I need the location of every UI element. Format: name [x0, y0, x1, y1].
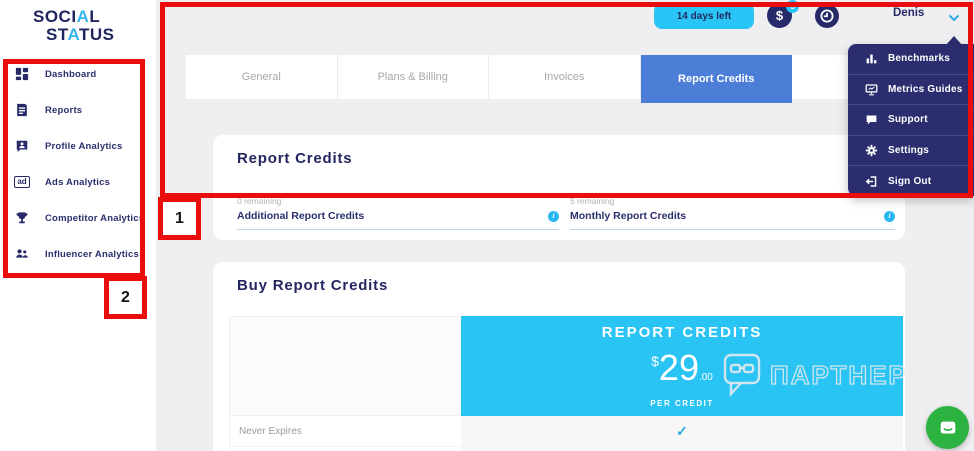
menu-item-support[interactable]: Support: [848, 105, 974, 136]
sidebar-item-ads-analytics[interactable]: ad Ads Analytics: [0, 170, 156, 194]
bar-chart-icon: [864, 52, 878, 66]
info-icon[interactable]: i: [548, 210, 559, 222]
annotation-label-2: 2: [104, 276, 147, 319]
buy-report-credits-title: Buy Report Credits: [237, 277, 389, 294]
menu-item-benchmarks[interactable]: Benchmarks: [848, 44, 974, 75]
plan-currency: $: [651, 353, 659, 369]
sidebar-item-influencer-analytics[interactable]: Influencer Analytics: [0, 242, 156, 266]
plan-price: $29.00: [651, 347, 713, 388]
field-underline: [237, 229, 559, 230]
monthly-credits-remaining: 5 remaining: [570, 196, 615, 206]
tab-invoices[interactable]: Invoices: [489, 55, 641, 99]
chat-smile-icon: [940, 421, 955, 433]
credits-count-badge: 5: [786, 0, 799, 13]
people-icon: [14, 246, 30, 262]
tab-general[interactable]: General: [186, 55, 338, 99]
user-menu-trigger[interactable]: Denis: [893, 7, 924, 19]
sidebar-item-label: Ads Analytics: [45, 176, 111, 188]
pricing-table-empty-header: [229, 316, 461, 416]
trial-days-badge[interactable]: 14 days left: [654, 3, 754, 29]
chevron-down-icon[interactable]: [948, 9, 960, 27]
trophy-icon: [14, 210, 30, 226]
tab-report-credits[interactable]: Report Credits: [640, 55, 792, 103]
menu-item-sign-out[interactable]: Sign Out: [848, 166, 974, 196]
sign-out-icon: [864, 174, 878, 188]
additional-credits-field: 0 remaining Additional Report Credits i: [237, 196, 559, 230]
profile-card-icon: [14, 138, 30, 154]
sidebar-item-label: Reports: [45, 104, 83, 116]
plan-per-credit-label: PER CREDIT: [650, 399, 714, 408]
settings-tabs-bar: General Plans & Billing Invoices Report …: [186, 55, 918, 103]
table-row-partial: [229, 447, 903, 451]
table-row-never-expires: Never Expires ✓: [229, 416, 903, 447]
pricing-table: REPORT CREDITS $29.00 PER CREDIT Never E…: [229, 316, 903, 451]
live-chat-button[interactable]: [926, 406, 969, 449]
sidebar-item-dashboard[interactable]: Dashboard: [0, 62, 156, 86]
gear-icon: [864, 144, 878, 158]
menu-item-settings[interactable]: Settings: [848, 136, 974, 167]
plan-name: REPORT CREDITS: [601, 324, 763, 341]
dashboard-grid-icon: [14, 66, 30, 82]
report-credits-plan-header: REPORT CREDITS $29.00 PER CREDIT: [461, 316, 903, 416]
report-credits-title: Report Credits: [237, 150, 353, 167]
report-document-icon: [14, 102, 30, 118]
field-underline: [570, 229, 895, 230]
tab-plans-billing[interactable]: Plans & Billing: [338, 55, 489, 99]
social-status-logo[interactable]: SOCIAL STATUS: [33, 8, 114, 44]
additional-credits-label: Additional Report Credits: [237, 210, 365, 222]
info-icon[interactable]: i: [884, 210, 895, 222]
monthly-credits-label: Monthly Report Credits: [570, 210, 687, 222]
sidebar-item-profile-analytics[interactable]: Profile Analytics: [0, 134, 156, 158]
sidebar-item-label: Profile Analytics: [45, 140, 123, 152]
ad-box-icon: ad: [14, 174, 30, 190]
monitor-icon: [864, 82, 878, 96]
additional-credits-remaining: 0 remaining: [237, 196, 282, 206]
sidebar-item-label: Competitor Analytics: [45, 212, 145, 224]
sidebar-item-reports[interactable]: Reports: [0, 98, 156, 122]
history-clock-icon[interactable]: [815, 4, 839, 28]
menu-item-metrics-guides[interactable]: Metrics Guides: [848, 75, 974, 106]
sidebar-item-competitor-analytics[interactable]: Competitor Analytics: [0, 206, 156, 230]
app-window: SOCIAL STATUS Dashboard Reports Profile …: [0, 0, 974, 451]
chat-bubble-icon: [864, 113, 878, 127]
sidebar-item-label: Influencer Analytics: [45, 248, 139, 260]
sidebar-item-label: Dashboard: [45, 68, 97, 80]
checkmark-icon: ✓: [461, 416, 903, 447]
user-dropdown-menu: Benchmarks Metrics Guides Support Settin…: [848, 44, 974, 196]
feature-cell: Never Expires: [229, 416, 461, 447]
monthly-credits-field: 5 remaining Monthly Report Credits i: [570, 196, 895, 230]
